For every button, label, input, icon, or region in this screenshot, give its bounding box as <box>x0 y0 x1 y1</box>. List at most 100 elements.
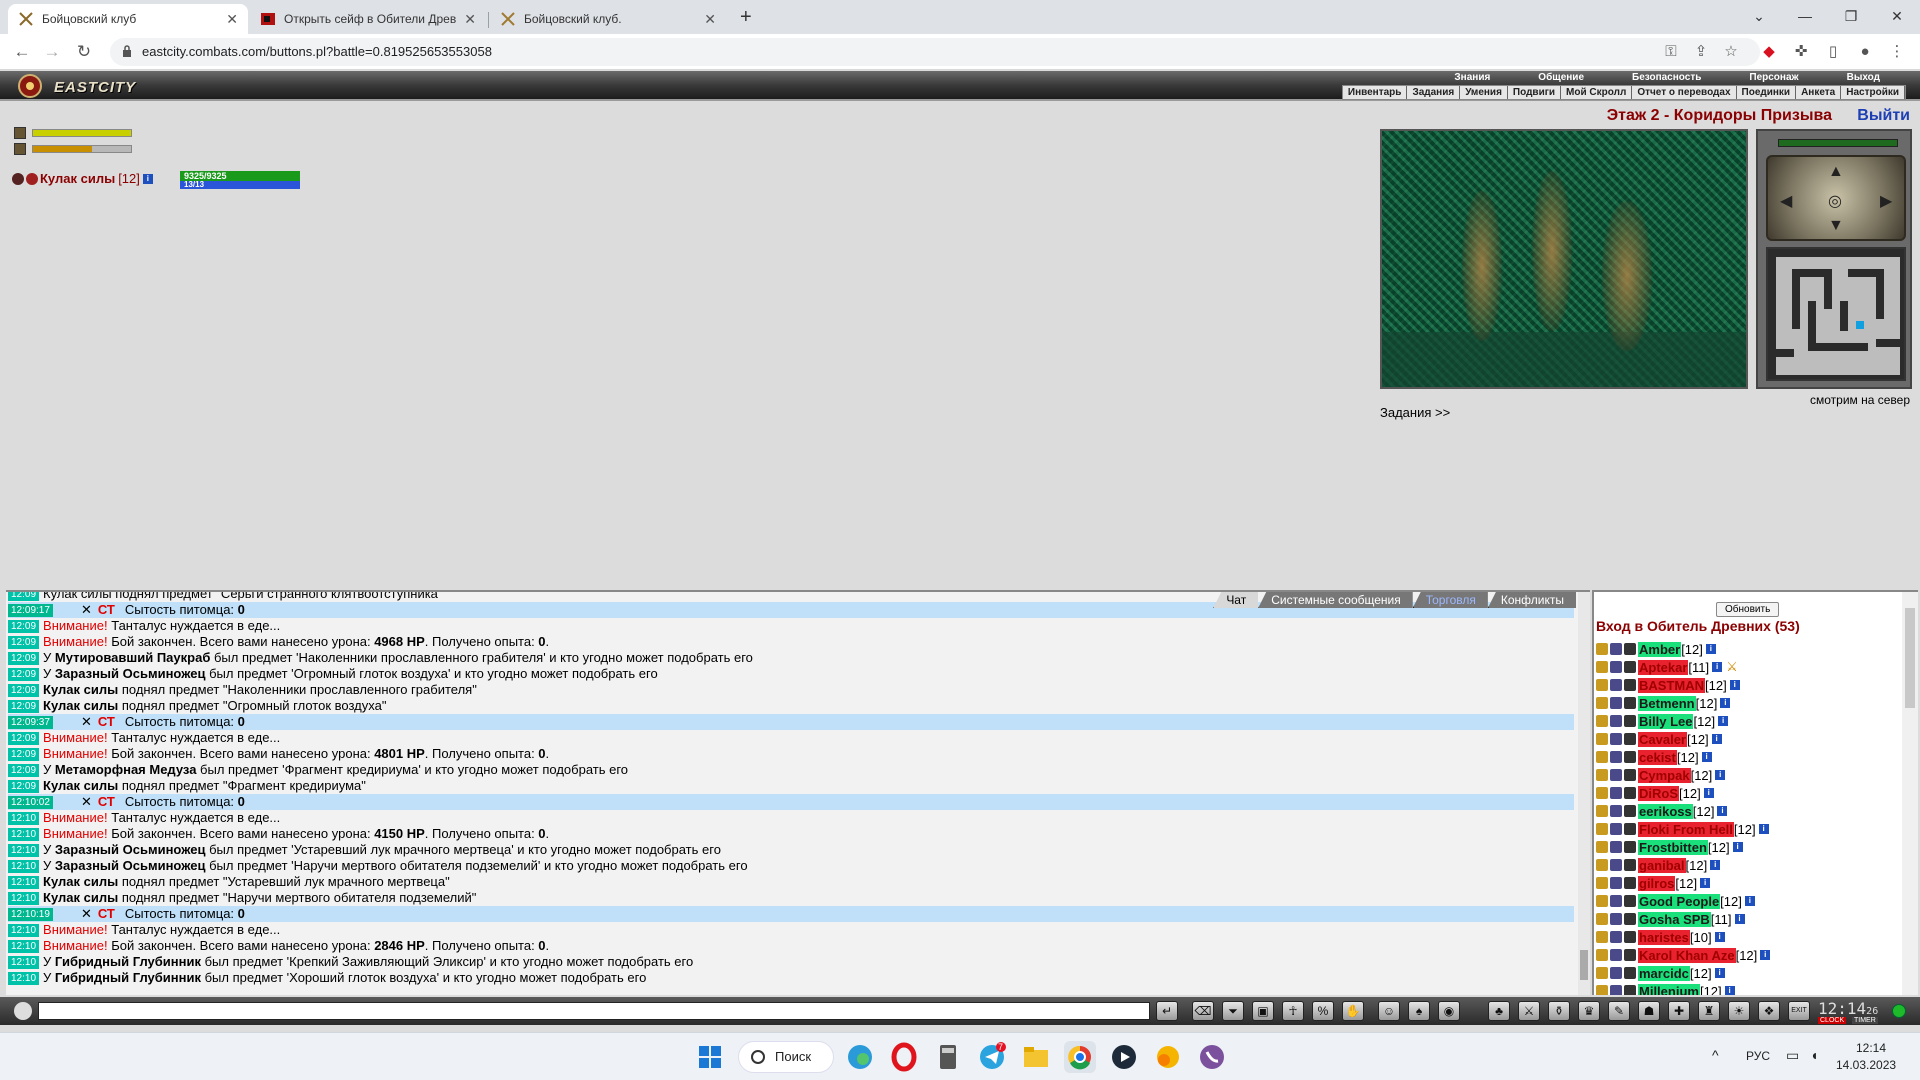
clan-icon[interactable] <box>1624 823 1636 835</box>
disc-icon[interactable]: ◉ <box>1438 1001 1460 1021</box>
player-name[interactable]: Кулак силы <box>43 698 118 713</box>
user-name[interactable]: Gosha SPB <box>1638 911 1711 927</box>
player-name[interactable]: Кулак силы <box>43 682 118 697</box>
timestamp[interactable]: 12:09 <box>8 732 40 745</box>
restore-button[interactable]: ❐ <box>1828 4 1874 28</box>
player-name[interactable]: Кулак силы <box>43 778 118 793</box>
private-message-icon[interactable] <box>1596 643 1608 655</box>
clan-icon[interactable] <box>1624 805 1636 817</box>
submenu-feats[interactable]: Подвиги <box>1508 86 1562 99</box>
close-tab-icon[interactable]: ✕ <box>464 11 476 28</box>
timestamp[interactable]: 12:10 <box>8 956 40 969</box>
player-name[interactable]: Кулак силы <box>40 171 115 186</box>
timestamp[interactable]: 12:09 <box>8 620 40 633</box>
mask-icon[interactable]: ♠ <box>1408 1001 1430 1021</box>
info-icon[interactable]: i <box>1700 878 1711 888</box>
private-message-icon[interactable] <box>1596 787 1608 799</box>
info-icon[interactable]: i <box>1720 698 1731 708</box>
clan-icon[interactable] <box>1624 841 1636 853</box>
forward-button[interactable]: → <box>40 41 64 63</box>
game-logo[interactable]: EASTCITY <box>14 73 144 99</box>
taskbar-date[interactable]: 14.03.2023 <box>1836 1058 1896 1072</box>
clan-icon[interactable] <box>1624 931 1636 943</box>
timestamp[interactable]: 12:10:19 <box>8 908 53 921</box>
send-enter-icon[interactable]: ↵ <box>1156 1001 1178 1021</box>
timestamp[interactable]: 12:10 <box>8 844 40 857</box>
hand-icon[interactable]: ✋ <box>1342 1001 1364 1021</box>
user-name[interactable]: Frostbitten <box>1638 839 1708 855</box>
submenu-skills[interactable]: Умения <box>1460 86 1508 99</box>
clan-icon[interactable] <box>1624 985 1636 995</box>
dismiss-icon[interactable]: ✕ <box>81 906 92 921</box>
timestamp[interactable]: 12:10 <box>8 812 40 825</box>
turn-left-icon[interactable]: ◀ <box>1780 191 1792 211</box>
private-message-icon[interactable] <box>1596 697 1608 709</box>
player-name[interactable]: Кулак силы <box>43 874 118 889</box>
tab-trade[interactable]: Торговля <box>1412 592 1488 608</box>
submenu-settings[interactable]: Настройки <box>1841 86 1905 99</box>
info-icon[interactable]: i <box>1705 644 1716 654</box>
viber-icon[interactable] <box>1196 1041 1228 1073</box>
tab-fight-club[interactable]: Бойцовский клуб ✕ <box>8 4 248 34</box>
timestamp[interactable]: 12:09 <box>8 748 40 761</box>
monster-sprite[interactable] <box>1532 171 1572 331</box>
chrome-icon[interactable] <box>1064 1041 1096 1073</box>
menu-knowledge[interactable]: Знания <box>1430 72 1514 83</box>
timestamp[interactable]: 12:10 <box>8 892 40 905</box>
info-icon[interactable]: i <box>1732 842 1743 852</box>
taskbar-time[interactable]: 12:14 <box>1856 1041 1886 1055</box>
tab-fight-club-2[interactable]: Бойцовский клуб. ✕ <box>490 4 726 34</box>
calculator-icon[interactable] <box>932 1041 964 1073</box>
submenu-profile[interactable]: Анкета <box>1796 86 1842 99</box>
clan-icon[interactable] <box>1624 877 1636 889</box>
submenu-duels[interactable]: Поединки <box>1737 86 1797 99</box>
scrollbar-thumb[interactable] <box>1580 950 1588 980</box>
browser-menu-icon[interactable]: ⋮ <box>1888 43 1906 61</box>
user-name[interactable]: Billy Lee <box>1638 713 1694 729</box>
private-message-icon[interactable] <box>1596 931 1608 943</box>
user-name[interactable]: cekist <box>1638 749 1677 765</box>
user-name[interactable]: Betmenn <box>1638 695 1696 711</box>
monster-sprite[interactable] <box>1462 191 1502 341</box>
clan-icon[interactable] <box>1624 733 1636 745</box>
input-language[interactable]: РУС <box>1746 1049 1770 1063</box>
telegram-icon[interactable] <box>976 1041 1008 1073</box>
clan-icon[interactable] <box>1624 913 1636 925</box>
battle-swords-icon[interactable]: ⚔ <box>1726 659 1738 675</box>
reload-button[interactable]: ↻ <box>72 41 96 63</box>
timestamp[interactable]: 12:09:17 <box>8 604 53 617</box>
submenu-my-scroll[interactable]: Мой Скролл <box>1561 86 1633 99</box>
private-message-icon[interactable] <box>1596 715 1608 727</box>
info-icon[interactable]: i <box>1718 716 1729 726</box>
bookmark-star-icon[interactable]: ☆ <box>1722 43 1740 61</box>
private-message-icon[interactable] <box>1596 733 1608 745</box>
save-icon[interactable]: ▣ <box>1252 1001 1274 1021</box>
clan-icon[interactable] <box>1624 769 1636 781</box>
crown-icon[interactable]: ♛ <box>1578 1001 1600 1021</box>
private-message-icon[interactable] <box>1596 985 1608 995</box>
timestamp[interactable]: 12:10 <box>8 860 40 873</box>
dismiss-icon[interactable]: ✕ <box>81 602 92 617</box>
percent-icon[interactable]: % <box>1312 1001 1334 1021</box>
info-icon[interactable]: i <box>1712 662 1723 672</box>
fighter-icon[interactable]: ☥ <box>1282 1001 1304 1021</box>
private-message-icon[interactable] <box>1596 679 1608 691</box>
dismiss-icon[interactable]: ✕ <box>81 794 92 809</box>
timestamp[interactable]: 12:09 <box>8 700 40 713</box>
monster-sprite[interactable] <box>1602 201 1652 351</box>
extension-red-icon[interactable]: ◆ <box>1760 43 1778 61</box>
clan-icon[interactable] <box>1624 895 1636 907</box>
clan-icon[interactable] <box>1624 643 1636 655</box>
close-tab-icon[interactable]: ✕ <box>704 11 716 28</box>
exit-door-icon[interactable]: EXIT <box>1788 1001 1810 1021</box>
scrollbar-thumb[interactable] <box>1905 608 1915 708</box>
address-bar[interactable]: eastcity.combats.com/buttons.pl?battle=0… <box>110 38 1760 66</box>
clan-icon[interactable] <box>1624 967 1636 979</box>
menu-exit[interactable]: Выход <box>1823 72 1904 83</box>
timestamp[interactable]: 12:09 <box>8 652 40 665</box>
clan-icon[interactable] <box>1624 715 1636 727</box>
clan-icon[interactable] <box>1624 697 1636 709</box>
close-window-button[interactable]: ✕ <box>1874 4 1920 28</box>
lock-shop-icon[interactable]: ♜ <box>1698 1001 1720 1021</box>
user-name[interactable]: Cympak <box>1638 767 1691 783</box>
